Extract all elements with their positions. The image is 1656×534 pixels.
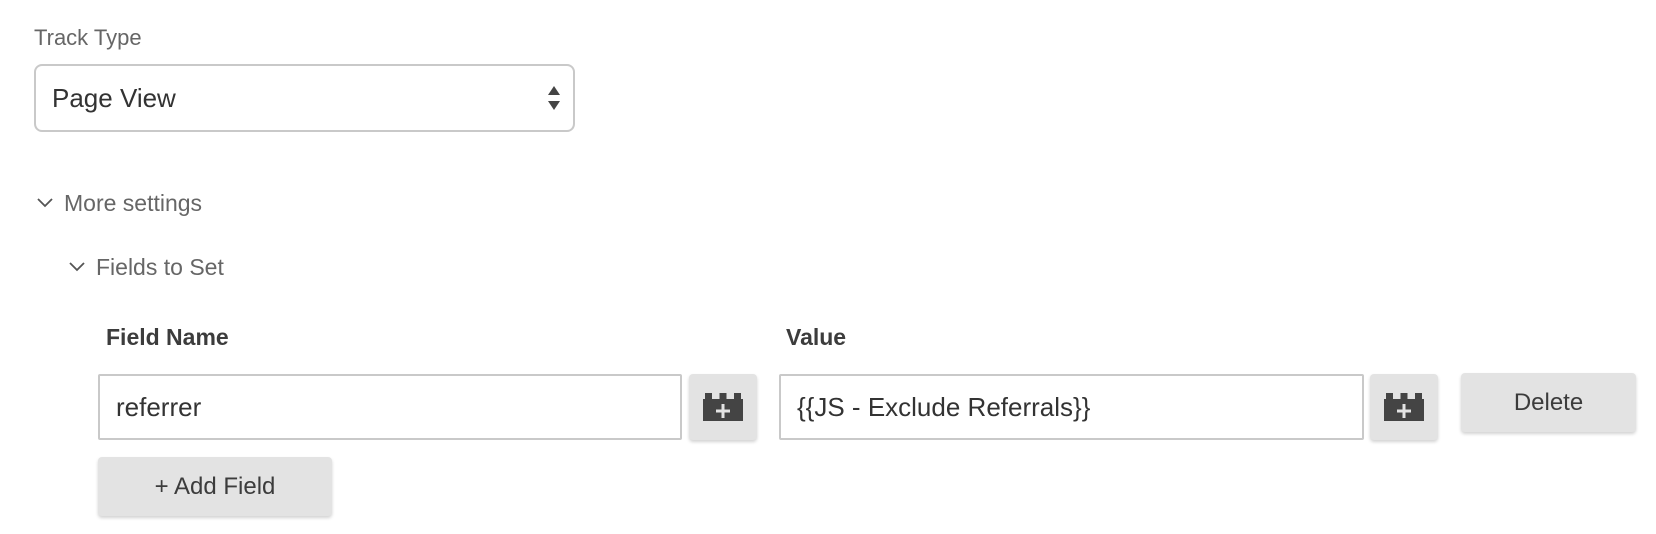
select-updown-icon	[548, 86, 560, 110]
track-type-label: Track Type	[34, 25, 142, 50]
tag-configuration-form: Track Type Page View More settings Field…	[0, 0, 1656, 534]
variable-brick-icon	[1384, 393, 1424, 421]
field-name-variable-button[interactable]	[689, 374, 757, 440]
value-column-header: Value	[786, 324, 847, 350]
chevron-down-icon	[69, 262, 85, 272]
fields-to-set-toggle[interactable]: Fields to Set	[68, 252, 224, 282]
field-name-column-header: Field Name	[106, 324, 229, 350]
more-settings-label: More settings	[64, 190, 203, 216]
more-settings-toggle[interactable]: More settings	[36, 188, 202, 218]
add-field-button[interactable]: + Add Field	[98, 457, 332, 516]
track-type-selected-value: Page View	[52, 82, 176, 113]
delete-row-button[interactable]: Delete	[1461, 373, 1636, 432]
track-type-select[interactable]: Page View	[34, 64, 575, 132]
field-name-input[interactable]: referrer	[98, 374, 682, 440]
chevron-down-icon	[37, 198, 53, 208]
variable-brick-icon	[703, 393, 743, 421]
field-value-variable-button[interactable]	[1370, 374, 1438, 440]
fields-to-set-label: Fields to Set	[96, 254, 224, 280]
field-value-input[interactable]: {{JS - Exclude Referrals}}	[779, 374, 1364, 440]
